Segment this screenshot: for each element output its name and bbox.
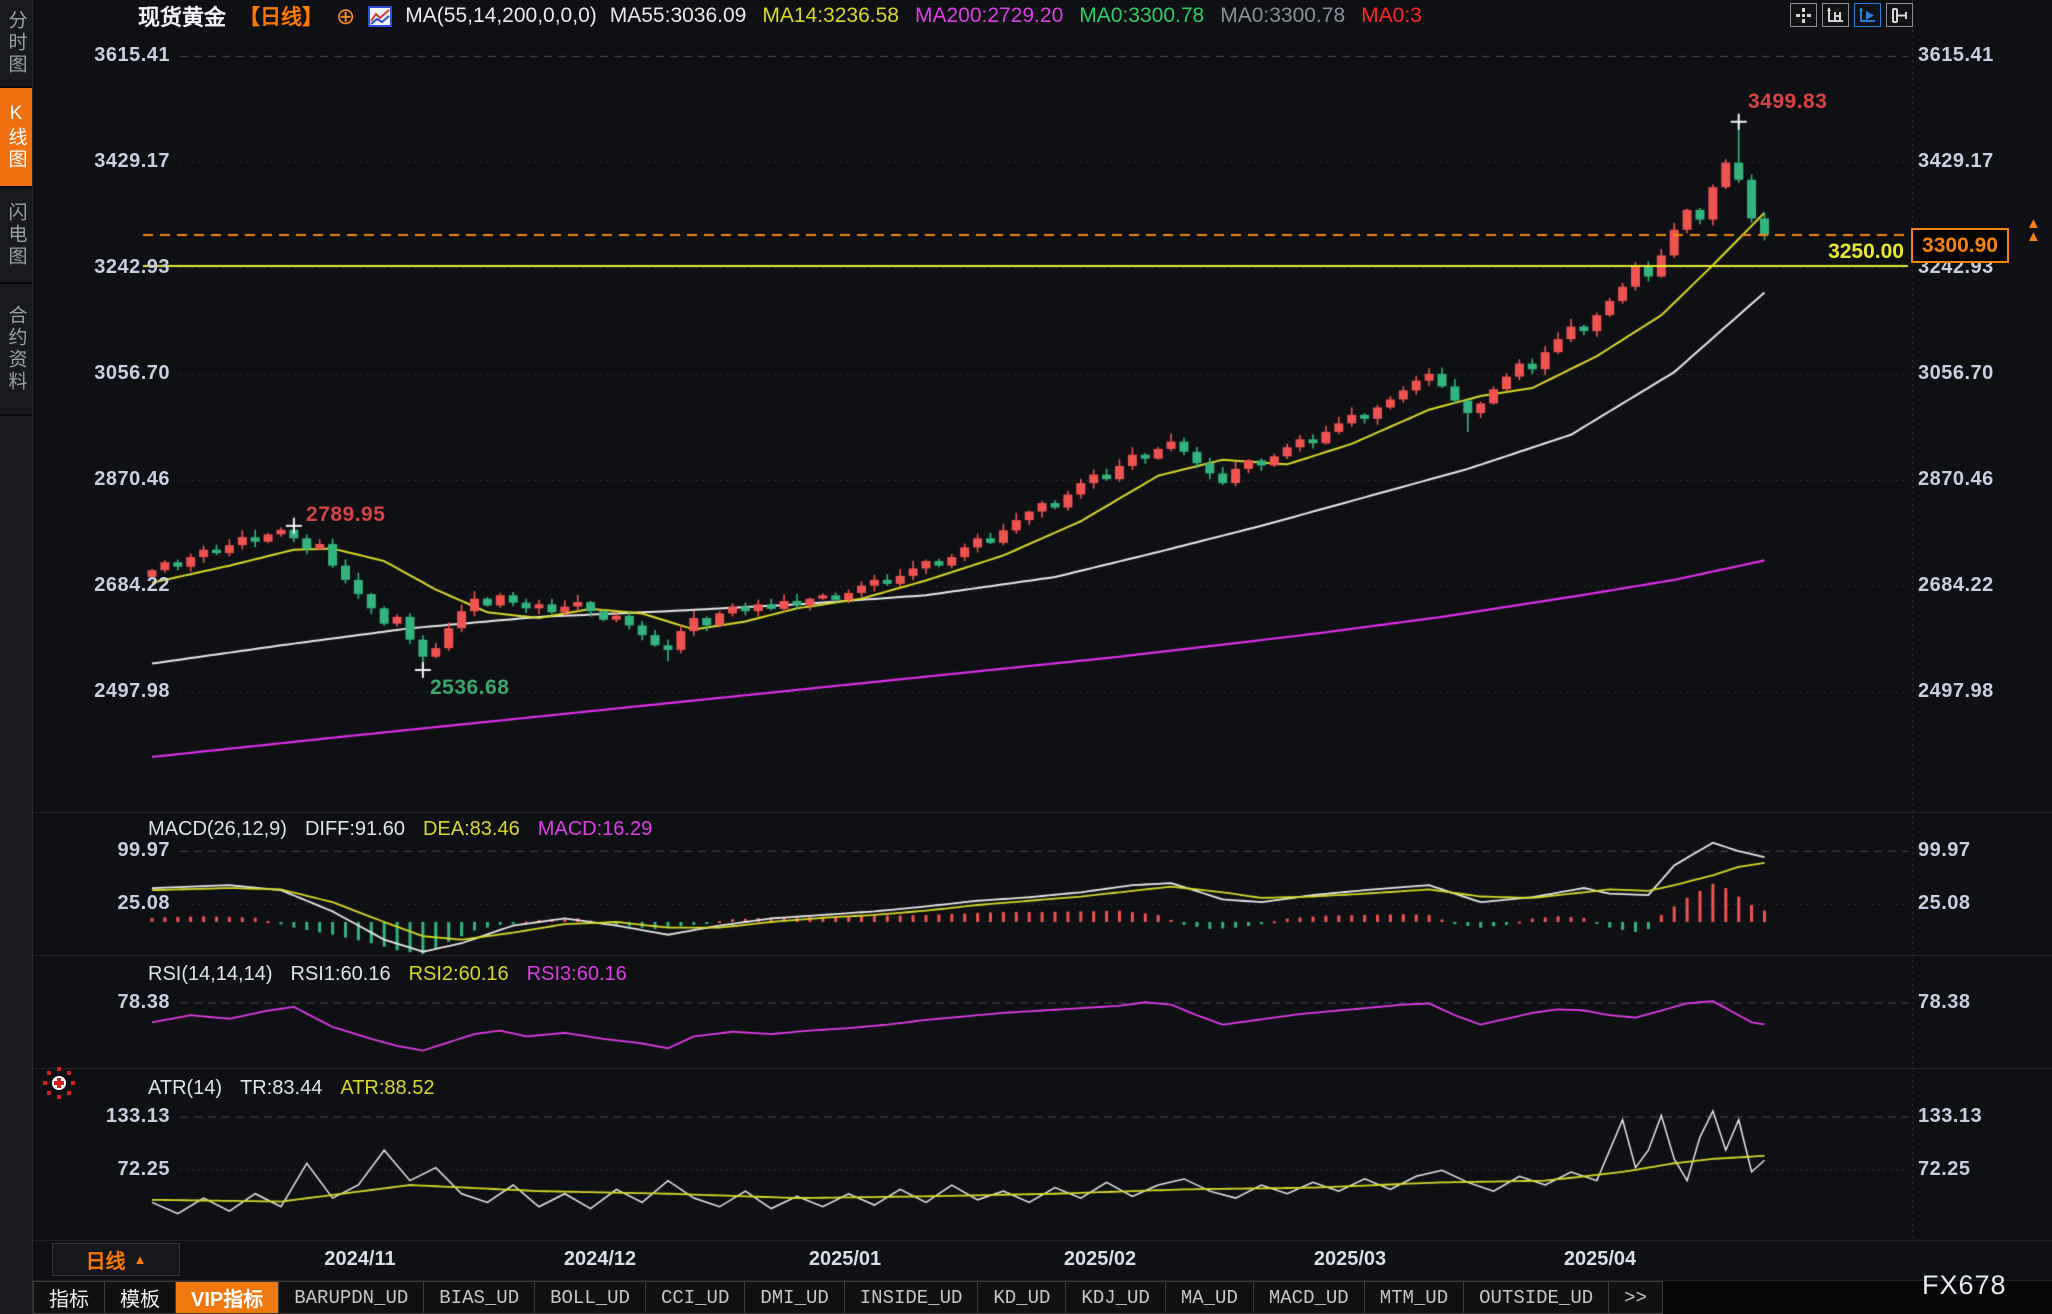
price-marker-arrows-icon: ▲▲ (2026, 217, 2041, 243)
sidebar: 分时图K线图闪电图合约资料 (0, 0, 33, 1314)
chart-type-icon[interactable] (368, 6, 392, 27)
rsi-label-part-1: RSI(14,14,14) (148, 963, 273, 986)
atr-label-part-3: ATR:88.52 (340, 1077, 434, 1100)
axis-label-left: 72.25 (56, 1158, 170, 1181)
toolbar-tab-4[interactable]: BARUPDN_UD (279, 1281, 424, 1314)
atr-label-row: ATR(14) TR:83.44 ATR:88.52 (148, 1077, 434, 1100)
trading-app: 分时图K线图闪电图合约资料 现货黄金 【日线】 ⊕ MA(55,14,200,0… (0, 0, 2052, 1314)
current-price-badge: 3300.90 (1911, 228, 2009, 263)
axis-label-left: 25.08 (56, 892, 170, 915)
date-label-2025-04: 2025/04 (1530, 1248, 1670, 1271)
axis-label-left: 3615.41 (56, 44, 170, 67)
ma-value-3: MA200:2729.20 (915, 4, 1063, 28)
axis-label-right: 2870.46 (1918, 468, 2038, 491)
annotation-swing-low: 2536.68 (430, 676, 509, 700)
axis-label-right: 3615.41 (1918, 44, 2038, 67)
ma-value-2: MA14:3236.58 (762, 4, 899, 28)
date-label-2025-02: 2025/02 (1030, 1248, 1170, 1271)
chart-header: 现货黄金 【日线】 ⊕ MA(55,14,200,0,0,0) MA55:303… (138, 3, 1422, 29)
axis-label-right: 3056.70 (1918, 362, 2038, 385)
period-selector-label: 日线 (86, 1245, 126, 1274)
chart-canvas[interactable] (0, 0, 2052, 1314)
period-selector-arrow-icon: ▲ (134, 1252, 147, 1267)
ma-formula: MA(55,14,200,0,0,0) (405, 4, 596, 28)
toolbar-tab-9[interactable]: INSIDE_UD (845, 1281, 979, 1314)
toolbar-tab-12[interactable]: MA_UD (1166, 1281, 1254, 1314)
atr-label-part-1: ATR(14) (148, 1077, 222, 1100)
toolbar-tab-5[interactable]: BIAS_UD (424, 1281, 535, 1314)
axis-label-left: 3056.70 (56, 362, 170, 385)
macd-label-part-4: MACD:16.29 (538, 818, 653, 841)
axis-label-left: 78.38 (56, 991, 170, 1014)
ma-value-5: MA0:3300.78 (1220, 4, 1345, 28)
axis-label-right: 78.38 (1918, 991, 2038, 1014)
toolbar-tab-10[interactable]: KD_UD (978, 1281, 1066, 1314)
axis-label-left: 3429.17 (56, 150, 170, 173)
rsi-label-part-2: RSI1:60.16 (291, 963, 391, 986)
toolbar-tab-3[interactable]: VIP指标 (176, 1281, 279, 1314)
axis-label-left: 133.13 (56, 1105, 170, 1128)
axis-height-icon[interactable] (1822, 3, 1849, 27)
axis-label-right: 25.08 (1918, 892, 2038, 915)
macd-label-part-2: DIFF:91.60 (305, 818, 405, 841)
toolbar-tab-11[interactable]: KDJ_UD (1066, 1281, 1165, 1314)
symbol-title: 现货黄金 (138, 0, 226, 32)
axis-label-right: 2497.98 (1918, 680, 2038, 703)
toolbar-tab-7[interactable]: CCI_UD (646, 1281, 745, 1314)
axis-label-left: 3242.93 (56, 256, 170, 279)
macd-label-part-3: DEA:83.46 (423, 818, 520, 841)
date-label-2025-01: 2025/01 (775, 1248, 915, 1271)
period-tag[interactable]: 【日线】 (239, 1, 323, 31)
indicator-toolbar: 指标模板VIP指标BARUPDN_UDBIAS_UDBOLL_UDCCI_UDD… (33, 1281, 2052, 1314)
add-indicator-icon[interactable]: ⊕ (336, 5, 355, 27)
axis-label-left: 2684.22 (56, 574, 170, 597)
axis-label-left: 2497.98 (56, 680, 170, 703)
axis-label-right: 133.13 (1918, 1105, 2038, 1128)
ma-value-4: MA0:3300.78 (1079, 4, 1204, 28)
axis-label-right: 3429.17 (1918, 150, 2038, 173)
axis-label-right: 72.25 (1918, 1158, 2038, 1181)
axis-label-right: 2684.22 (1918, 574, 2038, 597)
period-selector[interactable]: 日线 ▲ (52, 1243, 180, 1276)
annotation-peak-price: 3499.83 (1748, 90, 1827, 114)
ma-values: MA55:3036.09 MA14:3236.58 MA200:2729.20 MA0… (610, 4, 1422, 28)
toolbar-tab-8[interactable]: DMI_UD (745, 1281, 844, 1314)
date-label-2024-12: 2024/12 (530, 1248, 670, 1271)
date-label-2025-03: 2025/03 (1280, 1248, 1420, 1271)
toolbar-tab-1[interactable]: 指标 (33, 1281, 105, 1314)
macd-label-row: MACD(26,12,9) DIFF:91.60 DEA:83.46 MACD:16.… (148, 818, 652, 841)
rsi-label-part-3: RSI2:60.16 (409, 963, 509, 986)
date-label-2024-11: 2024/11 (290, 1248, 430, 1271)
event-marker-icon[interactable] (42, 1066, 76, 1105)
sidebar-tab-2[interactable]: K线图 (0, 88, 32, 188)
atr-label-part-2: TR:83.44 (240, 1077, 322, 1100)
toolbar-tab-14[interactable]: MTM_UD (1365, 1281, 1464, 1314)
sidebar-tab-1[interactable]: 分时图 (0, 0, 32, 88)
axis-label-left: 2870.46 (56, 468, 170, 491)
annotation-swing-high: 2789.95 (306, 503, 385, 527)
toolbar-more-button[interactable]: >> (1609, 1281, 1663, 1314)
toolbar-tab-13[interactable]: MACD_UD (1254, 1281, 1365, 1314)
ma-value-1: MA55:3036.09 (610, 4, 747, 28)
sidebar-tab-3[interactable]: 闪电图 (0, 188, 32, 284)
axis-play-icon[interactable] (1854, 3, 1881, 27)
shift-bar-icon[interactable] (1886, 3, 1913, 27)
chart-toolbar-icons (1790, 3, 1913, 27)
toolbar-tab-2[interactable]: 模板 (105, 1281, 176, 1314)
axis-label-left: 99.97 (56, 839, 170, 862)
layout-grid-icon[interactable] (1790, 3, 1817, 27)
toolbar-tab-15[interactable]: OUTSIDE_UD (1464, 1281, 1609, 1314)
toolbar-tab-6[interactable]: BOLL_UD (535, 1281, 646, 1314)
sidebar-tab-4[interactable]: 合约资料 (0, 284, 32, 416)
price-level-label: 3250.00 (1786, 240, 1904, 264)
ma-value-6: MA0:3 (1361, 4, 1422, 28)
axis-label-right: 99.97 (1918, 839, 2038, 862)
watermark: FX678 (1922, 1270, 2007, 1301)
rsi-label-row: RSI(14,14,14) RSI1:60.16 RSI2:60.16 RSI3:60… (148, 963, 627, 986)
macd-label-part-1: MACD(26,12,9) (148, 818, 287, 841)
rsi-label-part-4: RSI3:60.16 (527, 963, 627, 986)
